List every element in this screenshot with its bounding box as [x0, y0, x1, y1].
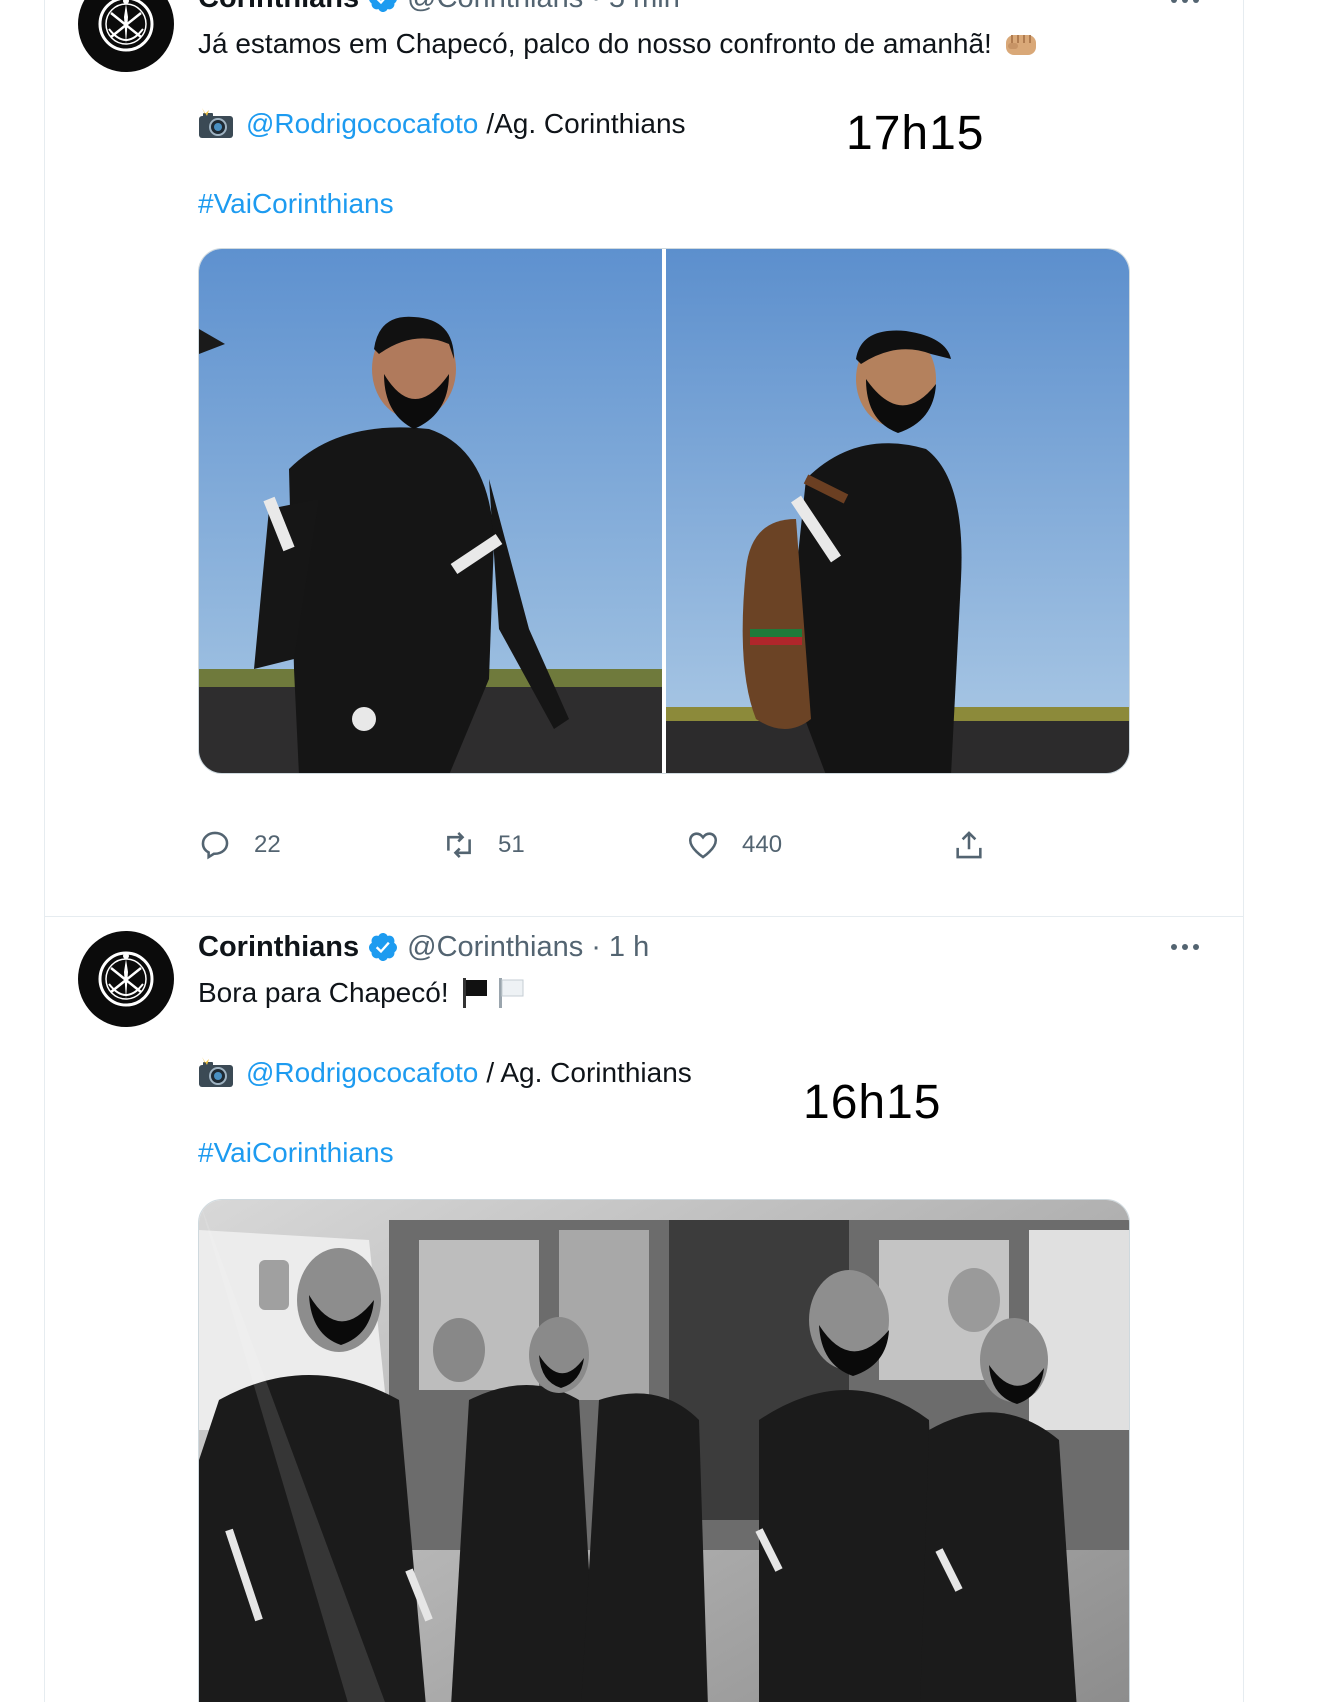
- camera-flash-icon: [198, 108, 234, 140]
- share-icon: [956, 831, 982, 859]
- tweet-media[interactable]: [198, 248, 1130, 774]
- timestamp[interactable]: 1 h: [609, 931, 649, 964]
- retweet-icon: [447, 832, 471, 858]
- tweet-media[interactable]: [198, 1199, 1130, 1702]
- credit-suffix: / Ag. Corinthians: [486, 1057, 692, 1088]
- hashtag-line: #VaiCorinthians: [198, 1135, 394, 1171]
- team-photo-bw[interactable]: [199, 1200, 1129, 1702]
- fist-emoji-icon: [1004, 29, 1038, 59]
- verified-badge-icon: [367, 931, 399, 963]
- tweet-text-content: Já estamos em Chapecó, palco do nosso co…: [198, 28, 992, 59]
- hashtag-line: #VaiCorinthians: [198, 186, 394, 222]
- display-name[interactable]: Corinthians: [198, 0, 359, 15]
- tweet-text: Já estamos em Chapecó, palco do nosso co…: [198, 26, 1038, 62]
- black-flag-icon: [459, 976, 491, 1010]
- share-button[interactable]: [952, 828, 986, 862]
- avatar[interactable]: [78, 931, 174, 1027]
- verified-badge-icon: [367, 0, 399, 14]
- corinthians-crest-icon: [98, 951, 154, 1007]
- corinthians-crest-icon: [98, 0, 154, 52]
- photographer-link[interactable]: @Rodrigococafoto: [246, 106, 478, 142]
- tweet[interactable]: Corinthians @Corinthians · 5 min Já esta…: [45, 0, 1243, 917]
- retweet-button[interactable]: 51: [442, 828, 525, 862]
- overlay-time-label: 16h15: [803, 1076, 942, 1129]
- like-button[interactable]: 440: [686, 828, 782, 862]
- photo-credit: @Rodrigococafoto / Ag. Corinthians: [198, 1055, 692, 1091]
- more-options-icon[interactable]: [1171, 937, 1199, 957]
- reply-count: 22: [254, 831, 281, 858]
- handle[interactable]: @Corinthians: [407, 0, 583, 15]
- more-options-icon[interactable]: [1171, 0, 1199, 10]
- camera-flash-icon: [198, 1057, 234, 1089]
- white-flag-icon: [495, 976, 527, 1010]
- avatar[interactable]: [78, 0, 174, 72]
- hashtag-link[interactable]: #VaiCorinthians: [198, 186, 394, 222]
- separator: ·: [591, 930, 601, 963]
- tweet[interactable]: Corinthians @Corinthians · 1 h Bora para…: [45, 917, 1243, 1702]
- tweet-actions: 22 51 440: [198, 828, 998, 868]
- player-photo-2[interactable]: [666, 249, 1129, 773]
- tweet-text: Bora para Chapecó!: [198, 975, 527, 1011]
- photographer-link[interactable]: @Rodrigococafoto: [246, 1055, 478, 1091]
- photo-credit: @Rodrigococafoto /Ag. Corinthians: [198, 106, 686, 142]
- tweet-text-content: Bora para Chapecó!: [198, 977, 449, 1008]
- like-count: 440: [742, 831, 783, 858]
- hashtag-link[interactable]: #VaiCorinthians: [198, 1135, 394, 1171]
- overlay-time-label: 17h15: [846, 107, 985, 160]
- separator: ·: [591, 0, 601, 15]
- timestamp[interactable]: 5 min: [609, 0, 680, 15]
- retweet-count: 51: [498, 831, 525, 858]
- reply-button[interactable]: 22: [198, 828, 281, 862]
- timeline: Corinthians @Corinthians · 5 min Já esta…: [44, 0, 1244, 1702]
- display-name[interactable]: Corinthians: [198, 931, 359, 964]
- reply-icon: [201, 831, 229, 860]
- handle[interactable]: @Corinthians: [407, 931, 583, 964]
- tweet-header: Corinthians @Corinthians · 1 h: [198, 929, 649, 965]
- credit-suffix: /Ag. Corinthians: [486, 108, 686, 139]
- player-photo-1[interactable]: [199, 249, 662, 773]
- heart-icon: [688, 832, 718, 859]
- tweet-header: Corinthians @Corinthians · 5 min: [198, 0, 680, 16]
